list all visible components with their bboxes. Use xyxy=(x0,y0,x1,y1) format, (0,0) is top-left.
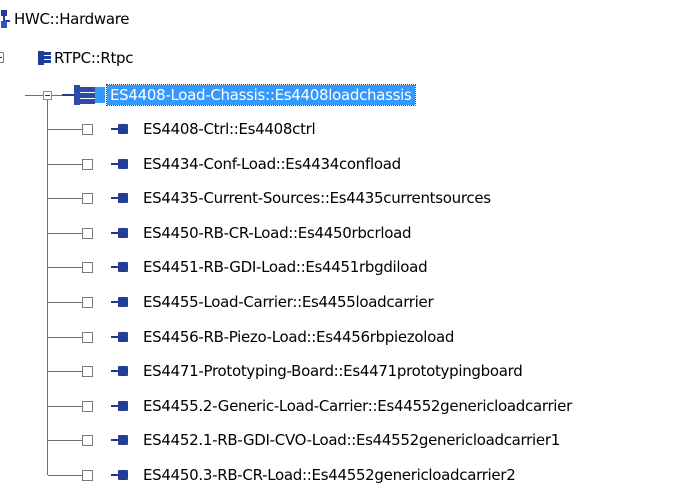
tree-node-child[interactable]: ES4455-Load-Carrier::Es4455loadcarrier xyxy=(140,289,436,315)
checkbox[interactable] xyxy=(82,470,93,481)
checkbox[interactable] xyxy=(82,332,93,343)
tree-node-label: HWC::Hardware xyxy=(14,10,130,28)
tree-node-label: RTPC::Rtpc xyxy=(54,49,134,67)
tree-node-child[interactable]: ES4456-RB-Piezo-Load::Es4456rbpiezoload xyxy=(140,324,457,350)
hardware-tree-icon xyxy=(1,10,10,28)
tree-node-label: ES4451-RB-GDI-Load::Es4451rbgdiload xyxy=(143,258,428,276)
board-module-icon xyxy=(111,228,129,238)
board-module-icon xyxy=(111,470,129,480)
checkbox[interactable] xyxy=(82,262,93,273)
tree-node-child[interactable]: ES4450.3-RB-CR-Load::Es44552genericloadc… xyxy=(140,462,518,488)
board-module-icon xyxy=(111,366,129,376)
tree-connector xyxy=(47,100,48,475)
tree-connector xyxy=(48,267,82,268)
tree-node-label: ES4450-RB-CR-Load::Es4450rbcrload xyxy=(143,224,412,242)
board-module-icon xyxy=(111,435,129,445)
checkbox[interactable] xyxy=(82,401,93,412)
checkbox[interactable] xyxy=(82,228,93,239)
checkbox[interactable] xyxy=(82,159,93,170)
tree-node-es4408-load-chassis[interactable]: ES4408-Load-Chassis::Es4408loadchassis xyxy=(62,82,416,108)
tree-connector xyxy=(48,302,82,303)
tree-node-child[interactable]: ES4455.2-Generic-Load-Carrier::Es44552ge… xyxy=(140,393,575,419)
tree-node-label: ES4471-Prototyping-Board::Es4471prototyp… xyxy=(143,362,523,380)
tree-node-label: ES4455.2-Generic-Load-Carrier::Es44552ge… xyxy=(143,397,572,415)
rtpc-icon xyxy=(38,51,51,65)
tree-node-label: ES4408-Ctrl::Es4408ctrl xyxy=(143,120,316,138)
checkbox[interactable] xyxy=(82,193,93,204)
tree-node-label: ES4455-Load-Carrier::Es4455loadcarrier xyxy=(143,293,434,311)
tree-connector xyxy=(48,198,82,199)
board-module-icon xyxy=(111,297,129,307)
tree-connector xyxy=(48,371,82,372)
board-module-icon xyxy=(111,124,129,134)
tree-node-child[interactable]: ES4408-Ctrl::Es4408ctrl xyxy=(140,116,318,142)
tree-connector xyxy=(48,337,82,338)
tree-node-child[interactable]: ES4434-Conf-Load::Es4434confload xyxy=(140,151,404,177)
checkbox[interactable] xyxy=(82,366,93,377)
checkbox[interactable] xyxy=(82,435,93,446)
tree-connector xyxy=(52,95,62,96)
hardware-tree[interactable]: HWC::Hardware RTPC::Rtpc ES4408-Load-Cha… xyxy=(0,0,694,491)
checkbox[interactable] xyxy=(82,297,93,308)
collapse-expander-rtpc[interactable] xyxy=(0,52,10,64)
board-module-icon xyxy=(111,193,129,203)
tree-connector xyxy=(48,406,82,407)
tree-node-label: ES4435-Current-Sources::Es4435currentsou… xyxy=(143,189,491,207)
tree-connector xyxy=(48,475,82,476)
tree-node-label: ES4434-Conf-Load::Es4434confload xyxy=(143,155,401,173)
board-module-icon xyxy=(111,332,129,342)
tree-node-child[interactable]: ES4451-RB-GDI-Load::Es4451rbgdiload xyxy=(140,254,430,280)
tree-node-rtpc[interactable]: RTPC::Rtpc xyxy=(38,45,136,71)
tree-node-child[interactable]: ES4450-RB-CR-Load::Es4450rbcrload xyxy=(140,220,414,246)
tree-connector xyxy=(48,440,82,441)
tree-node-child[interactable]: ES4471-Prototyping-Board::Es4471prototyp… xyxy=(140,358,525,384)
tree-node-child[interactable]: ES4435-Current-Sources::Es4435currentsou… xyxy=(140,185,494,211)
tree-connector xyxy=(48,129,82,130)
chassis-icon xyxy=(62,85,105,105)
board-module-icon xyxy=(111,159,129,169)
tree-node-hwc-hardware[interactable]: HWC::Hardware xyxy=(0,6,132,32)
tree-node-label: ES4452.1-RB-GDI-CVO-Load::Es44552generic… xyxy=(143,431,560,449)
board-module-icon xyxy=(111,262,129,272)
tree-node-child[interactable]: ES4452.1-RB-GDI-CVO-Load::Es44552generic… xyxy=(140,427,563,453)
tree-node-label: ES4456-RB-Piezo-Load::Es4456rbpiezoload xyxy=(143,328,455,346)
tree-node-label: ES4408-Load-Chassis::Es4408loadchassis xyxy=(106,84,416,106)
tree-connector xyxy=(48,233,82,234)
board-module-icon xyxy=(111,401,129,411)
checkbox[interactable] xyxy=(82,124,93,135)
collapse-expander-chassis[interactable] xyxy=(43,91,52,100)
tree-node-label: ES4450.3-RB-CR-Load::Es44552genericloadc… xyxy=(143,466,516,484)
tree-connector xyxy=(25,95,43,96)
tree-connector xyxy=(48,164,82,165)
